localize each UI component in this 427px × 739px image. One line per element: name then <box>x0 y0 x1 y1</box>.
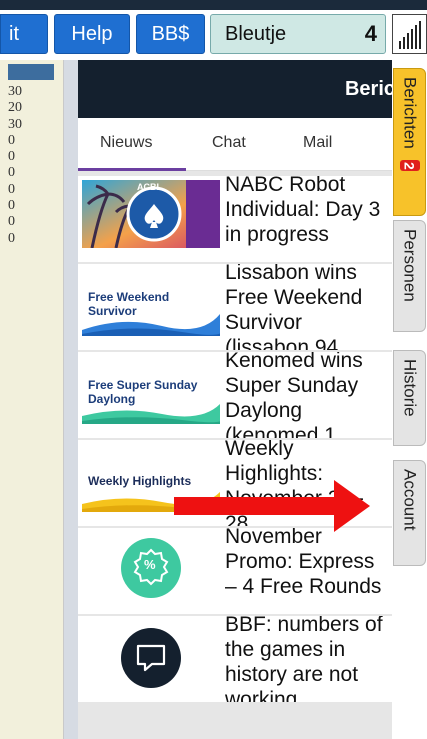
red-arrow-icon <box>174 480 370 532</box>
banner-label: Free Weekend Survivor <box>88 290 170 318</box>
list-item: 20 <box>8 100 22 116</box>
panel-gutter <box>64 60 78 739</box>
side-tab-historie[interactable]: Historie <box>393 350 426 446</box>
news-item[interactable]: Free Weekend Survivor Lissabon wins Free… <box>78 264 392 352</box>
free-weekend-survivor-banner: Free Weekend Survivor <box>82 268 220 336</box>
tab-nieuws[interactable]: Nieuws <box>100 134 152 152</box>
side-tab-label: Personen <box>400 229 420 302</box>
side-tab-label: Berichten <box>400 77 420 149</box>
panel-title: Beric <box>344 78 392 100</box>
news-item[interactable]: ACBL NABC Robot Individual: Day 3 in pro… <box>78 176 392 264</box>
panel-tabs: Nieuws Chat Mail <box>78 118 392 171</box>
side-tabs: Berichten 2 Personen Historie Account <box>392 60 427 739</box>
list-item: 0 <box>8 230 15 246</box>
list-item: 0 <box>8 165 15 181</box>
tab-mail[interactable]: Mail <box>303 134 332 152</box>
side-tab-label: Historie <box>400 359 420 417</box>
news-item-text: Kenomed wins Super Sunday Daylong (kenom… <box>225 352 363 440</box>
side-tab-personen[interactable]: Personen <box>393 220 426 332</box>
news-item-text: November Promo: Express – 4 Free Rounds <box>225 528 382 598</box>
news-item[interactable]: % November Promo: Express – 4 Free Round… <box>78 528 392 616</box>
active-tab-indicator <box>78 168 186 171</box>
promo-percent: % <box>144 557 156 572</box>
news-item[interactable]: Free Super Sunday Daylong Kenomed wins S… <box>78 352 392 440</box>
list-item: 0 <box>8 132 15 148</box>
top-strip <box>0 0 427 10</box>
messages-panel: Beric Nieuws Chat Mail ACBL NABC Robot I… <box>78 60 392 739</box>
news-item[interactable]: BBF: numbers of the games in history are… <box>78 616 392 704</box>
list-item: 0 <box>8 214 15 230</box>
list-item: 30 <box>8 84 22 99</box>
chat-bubble-icon <box>82 620 220 688</box>
side-tab-berichten[interactable]: Berichten 2 <box>393 68 426 216</box>
side-tab-account[interactable]: Account <box>393 460 426 566</box>
promo-badge-icon: % <box>82 532 220 600</box>
list-item: 0 <box>8 181 15 197</box>
top-bar: it Help BB$ Bleutje 4 <box>0 0 427 60</box>
signal-strength-icon <box>392 14 427 54</box>
username: Bleutje <box>225 22 287 45</box>
news-item-text: BBF: numbers of the games in history are… <box>225 616 383 704</box>
exit-button[interactable]: it <box>0 14 48 54</box>
side-tab-label: Account <box>400 469 420 531</box>
user-count: 4 <box>364 21 377 46</box>
bb-dollars-button[interactable]: BB$ <box>136 14 205 54</box>
banner-label: Free Super Sunday Daylong <box>88 378 198 406</box>
tab-chat[interactable]: Chat <box>212 134 246 152</box>
acbl-text: ACBL <box>137 182 162 192</box>
list-item: 0 <box>8 198 15 214</box>
news-item-text: NABC Robot Individual: Day 3 in progress <box>225 176 381 246</box>
unread-badge: 2 <box>399 159 420 172</box>
news-item-text: Lissabon wins Free Weekend Survivor (lis… <box>225 264 363 352</box>
list-item: 0 <box>8 149 15 165</box>
left-list-header <box>8 64 54 80</box>
left-number-list: 30 20 30 0 0 0 0 0 0 0 <box>8 84 64 247</box>
user-box[interactable]: Bleutje 4 <box>210 14 386 54</box>
list-item: 30 <box>8 116 22 132</box>
panel-header: Beric <box>78 60 392 118</box>
super-sunday-daylong-banner: Free Super Sunday Daylong <box>82 356 220 424</box>
acbl-logo-icon: ACBL <box>82 180 220 248</box>
help-button[interactable]: Help <box>54 14 130 54</box>
